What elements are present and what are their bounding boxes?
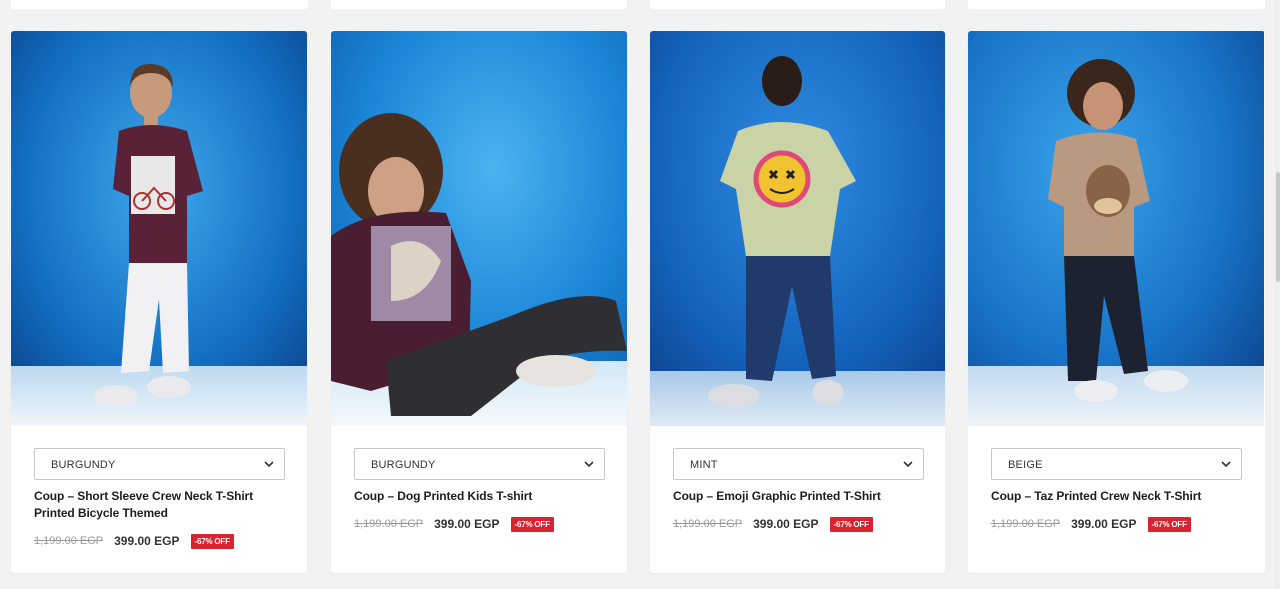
product-image[interactable]: [331, 31, 627, 426]
product-image[interactable]: [968, 31, 1264, 426]
original-price: 1,199.00 EGP: [354, 518, 424, 530]
previous-row-card: [650, 0, 945, 9]
color-select[interactable]: MINT: [673, 448, 924, 480]
previous-row-card: [331, 0, 627, 9]
color-select-value: MINT: [690, 459, 718, 471]
product-title[interactable]: Coup – Taz Printed Crew Neck T-Shirt: [991, 488, 1231, 505]
color-select[interactable]: BEIGE: [991, 448, 1242, 480]
product-card[interactable]: BURGUNDY Coup – Dog Printed Kids T-shirt…: [331, 31, 627, 573]
chevron-down-icon: [903, 461, 913, 468]
color-select-value: BURGUNDY: [371, 459, 436, 471]
previous-row-card: [11, 0, 308, 9]
sale-price: 399.00 EGP: [753, 517, 819, 531]
product-card[interactable]: MINT Coup – Emoji Graphic Printed T-Shir…: [650, 31, 945, 573]
price-row: 1,199.00 EGP 399.00 EGP -67% OFF: [673, 515, 873, 533]
scrollbar-thumb[interactable]: [1276, 172, 1280, 282]
product-image[interactable]: [650, 31, 945, 426]
product-title[interactable]: Coup – Dog Printed Kids T-shirt: [354, 488, 594, 505]
product-image[interactable]: [11, 31, 307, 426]
product-title[interactable]: Coup – Short Sleeve Crew Neck T-Shirt Pr…: [34, 488, 274, 522]
price-row: 1,199.00 EGP 399.00 EGP -67% OFF: [991, 515, 1191, 533]
chevron-down-icon: [264, 461, 274, 468]
price-row: 1,199.00 EGP 399.00 EGP -67% OFF: [34, 532, 234, 550]
chevron-down-icon: [1221, 461, 1231, 468]
original-price: 1,199.00 EGP: [991, 518, 1061, 530]
discount-badge: -67% OFF: [829, 516, 873, 532]
page-scrollbar[interactable]: [1274, 0, 1280, 589]
color-select-value: BEIGE: [1008, 459, 1043, 471]
discount-badge: -67% OFF: [190, 533, 234, 549]
product-card[interactable]: BURGUNDY Coup – Short Sleeve Crew Neck T…: [11, 31, 307, 573]
color-select[interactable]: BURGUNDY: [354, 448, 605, 480]
color-select-value: BURGUNDY: [51, 459, 116, 471]
product-title[interactable]: Coup – Emoji Graphic Printed T-Shirt: [673, 488, 913, 505]
sale-price: 399.00 EGP: [1071, 517, 1137, 531]
product-card[interactable]: BEIGE Coup – Taz Printed Crew Neck T-Shi…: [968, 31, 1265, 573]
chevron-down-icon: [584, 461, 594, 468]
discount-badge: -67% OFF: [510, 516, 554, 532]
color-select[interactable]: BURGUNDY: [34, 448, 285, 480]
original-price: 1,199.00 EGP: [34, 535, 104, 547]
price-row: 1,199.00 EGP 399.00 EGP -67% OFF: [354, 515, 554, 533]
original-price: 1,199.00 EGP: [673, 518, 743, 530]
sale-price: 399.00 EGP: [434, 517, 500, 531]
discount-badge: -67% OFF: [1147, 516, 1191, 532]
previous-row-card: [968, 0, 1265, 9]
sale-price: 399.00 EGP: [114, 534, 180, 548]
